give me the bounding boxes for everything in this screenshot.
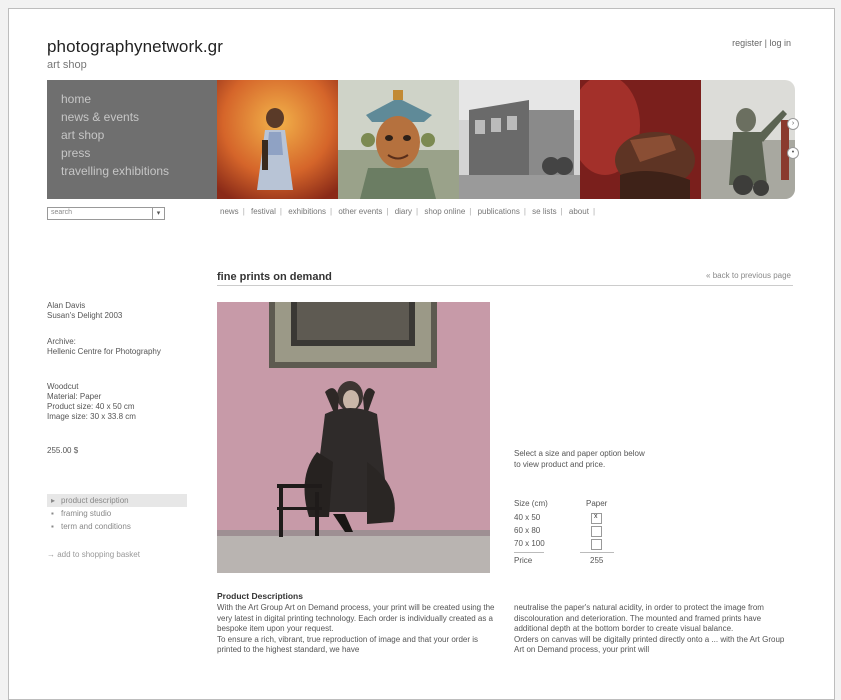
artist-name: Alan Davis	[47, 301, 86, 310]
product-image	[217, 302, 490, 573]
price-value: 255	[590, 556, 604, 565]
back-link[interactable]: « back to previous page	[706, 271, 791, 280]
subnav-item-publications[interactable]: publications	[478, 207, 520, 216]
nav-item-home[interactable]: home	[61, 90, 217, 108]
description-title: Product Descriptions	[217, 591, 303, 601]
login-link[interactable]: log in	[769, 38, 791, 48]
archive-label: Archive:	[47, 337, 76, 346]
auth-separator: |	[764, 38, 767, 48]
main-nav: home news & events art shop press travel…	[47, 80, 217, 199]
banner-photo-4[interactable]	[580, 80, 701, 199]
material: Material: Paper	[47, 392, 102, 401]
nav-item-press[interactable]: press	[61, 144, 217, 162]
size-divider	[514, 552, 544, 553]
add-to-basket-link[interactable]: → add to shopping basket	[47, 550, 140, 559]
paper-checkbox-60x80[interactable]	[591, 526, 602, 537]
register-link[interactable]: register	[732, 38, 762, 48]
paper-column-header: Paper	[586, 499, 608, 508]
search-input[interactable]: search	[51, 209, 72, 216]
auth-links: register | log in	[732, 38, 791, 48]
nav-item-art-shop[interactable]: art shop	[61, 126, 217, 144]
description-left-paragraph-1: With the Art Group Art on Demand process…	[217, 603, 495, 633]
tab-terms-and-conditions[interactable]: ▪ term and conditions	[47, 520, 187, 533]
description-right-paragraph-2: Orders on canvas will be digitally print…	[514, 634, 785, 655]
nav-item-travelling-exhibitions[interactable]: travelling exhibitions	[61, 162, 217, 180]
size-option-40x50: 40 x 50	[514, 513, 541, 522]
banner-pause-button[interactable]: •	[787, 147, 799, 159]
banner-photo-1[interactable]	[217, 80, 338, 199]
nav-item-news-events[interactable]: news & events	[61, 108, 217, 126]
banner-next-button[interactable]: ›	[787, 118, 799, 130]
banner-photo-2[interactable]	[338, 80, 459, 199]
product-artist-block: Alan Davis Susan's Delight 2003	[47, 301, 122, 321]
subnav-item-news[interactable]: news	[220, 207, 239, 216]
site-subtitle: art shop	[47, 59, 87, 71]
subnav-item-exhibitions[interactable]: exhibitions	[288, 207, 326, 216]
description-left-column: With the Art Group Art on Demand process…	[217, 603, 497, 656]
product-tabs: ▸ product description ▪ framing studio ▪ te…	[47, 494, 187, 533]
page-frame: photographynetwork.gr art shop register …	[8, 8, 835, 700]
hero-banner: home news & events art shop press travel…	[47, 80, 799, 199]
technique: Woodcut	[47, 382, 79, 391]
site-logo[interactable]: photographynetwork.gr	[47, 37, 223, 57]
banner-photo-5[interactable]	[701, 80, 795, 199]
product-size: Product size: 40 x 50 cm	[47, 402, 135, 411]
size-option-70x100: 70 x 100	[514, 539, 545, 548]
tab-product-description[interactable]: ▸ product description	[47, 494, 187, 507]
sub-navigation: news | festival | exhibitions | other event…	[220, 207, 596, 216]
product-details-block: Woodcut Material: Paper Product size: 40…	[47, 382, 136, 422]
product-price: 255.00 $	[47, 446, 79, 455]
subnav-item-se-lists[interactable]: se lists	[532, 207, 556, 216]
tab-framing-studio[interactable]: ▪ framing studio	[47, 507, 187, 520]
price-label: Price	[514, 556, 533, 565]
subnav-item-about[interactable]: about	[569, 207, 589, 216]
subnav-item-other-events[interactable]: other events	[338, 207, 382, 216]
subnav-item-diary[interactable]: diary	[395, 207, 412, 216]
section-divider	[217, 285, 793, 286]
banner-photo-3[interactable]	[459, 80, 580, 199]
description-right-column: neutralise the paper's natural acidity, …	[514, 603, 794, 656]
archive-name: Hellenic Centre for Photography	[47, 347, 161, 356]
product-archive-block: Archive: Hellenic Centre for Photography	[47, 337, 161, 357]
description-left-paragraph-2: To ensure a rich, vibrant, true reproduc…	[217, 634, 479, 655]
chevron-down-icon[interactable]: ▾	[152, 208, 164, 219]
work-title: Susan's Delight 2003	[47, 311, 123, 320]
select-size-instructions: Select a size and paper option below to …	[514, 449, 645, 469]
image-size: Image size: 30 x 33.8 cm	[47, 412, 136, 421]
description-right-paragraph-1: neutralise the paper's natural acidity, …	[514, 603, 764, 633]
subnav-item-festival[interactable]: festival	[251, 207, 276, 216]
subnav-item-shop-online[interactable]: shop online	[424, 207, 465, 216]
paper-checkbox-70x100[interactable]	[591, 539, 602, 550]
paper-checkbox-40x50[interactable]	[591, 513, 602, 524]
search-box[interactable]: search ▾	[47, 207, 165, 220]
price-divider	[580, 552, 614, 553]
section-title: fine prints on demand	[217, 271, 332, 283]
size-column-header: Size (cm)	[514, 499, 548, 508]
size-option-60x80: 60 x 80	[514, 526, 541, 535]
